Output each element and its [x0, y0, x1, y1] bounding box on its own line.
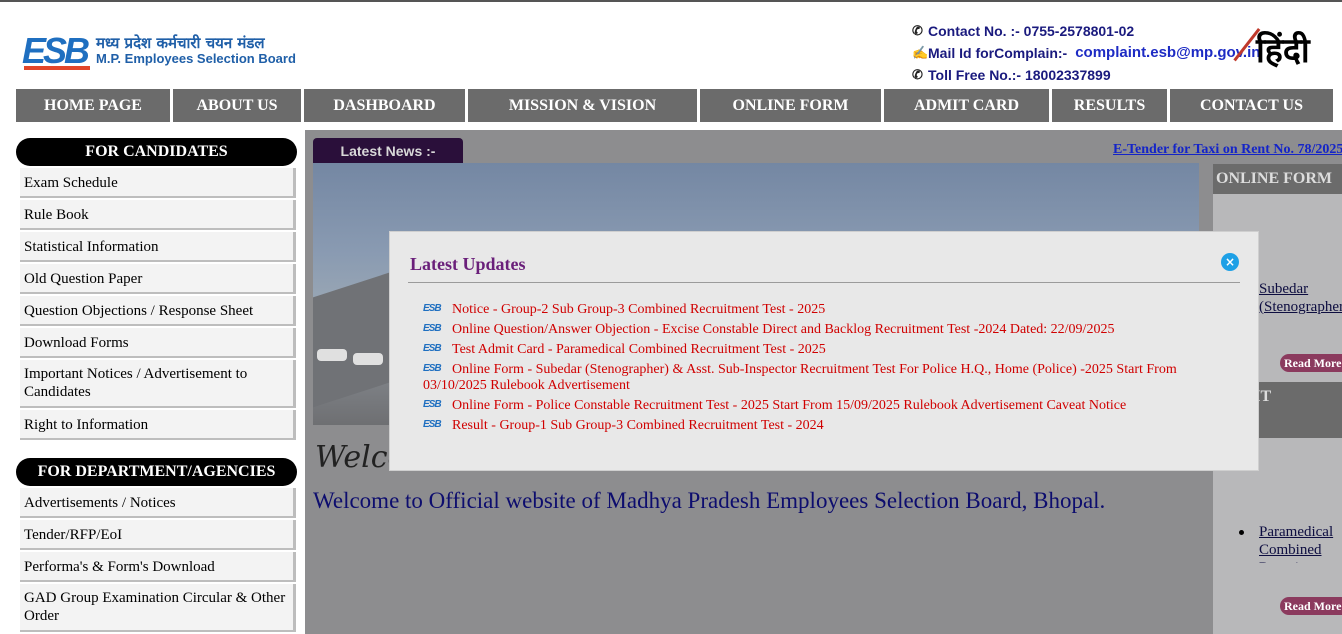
update-link[interactable]: Result - Group-1 Sub Group-3 Combined Re… — [452, 418, 824, 433]
modal-title: Latest Updates — [410, 254, 526, 274]
logo-english-name: M.P. Employees Selection Board — [96, 51, 296, 66]
esb-bullet-icon: ESB — [423, 302, 443, 314]
esb-bullet-text: ESB — [423, 322, 442, 334]
esb-bullet-icon: ESB — [423, 362, 443, 374]
writing-hand-icon: ✍ — [912, 45, 929, 60]
admit-card-panel-item[interactable]: Paramedical Combined Recruitment — [1259, 523, 1342, 563]
read-more-button[interactable]: Read More — [1280, 597, 1342, 615]
sidebar-item-department[interactable]: Advertisements / Notices — [20, 488, 296, 518]
nav-item-results[interactable]: RESULTS — [1052, 89, 1170, 122]
update-item: ESB Notice - Group-2 Sub Group-3 Combined… — [423, 302, 1223, 318]
esb-bullet-icon: ESB — [423, 342, 443, 354]
esb-bullet-icon: ESB — [423, 418, 443, 430]
sidebar-item-candidates[interactable]: Exam Schedule — [20, 168, 296, 198]
update-link[interactable]: Notice - Group-2 Sub Group-3 Combined Re… — [452, 302, 825, 317]
sidebar-item-candidates[interactable]: Download Forms — [20, 328, 296, 358]
contact-mail: ✍ Mail Id forComplain:- complaint.esb@mp… — [912, 42, 1260, 64]
logo-hindi-name: मध्य प्रदेश कर्मचारी चयन मंडल — [96, 34, 265, 52]
esb-logo[interactable]: ESB मध्य प्रदेश कर्मचारी चयन मंडल M.P. E… — [22, 30, 296, 72]
logo-letters: ESB — [22, 30, 90, 71]
nav-item-admit-card[interactable]: ADMIT CARD — [884, 89, 1052, 122]
close-icon[interactable]: × — [1221, 253, 1239, 271]
esb-bullet-icon: ESB — [423, 398, 443, 410]
sidebar-item-candidates[interactable]: Right to Information — [20, 410, 296, 440]
sidebar-item-candidates[interactable]: Important Notices / Advertisement to Can… — [20, 360, 296, 408]
logo-stripe — [24, 66, 90, 70]
bullet-icon — [1239, 530, 1244, 535]
update-item: ESB Online Question/Answer Objection - Ex… — [423, 322, 1223, 338]
update-item: ESB Online Form - Police Constable Recrui… — [423, 398, 1223, 414]
update-link[interactable]: Test Admit Card - Paramedical Combined R… — [452, 342, 826, 357]
modal-divider — [408, 282, 1240, 283]
hindi-language-button[interactable]: हिंदी — [1233, 26, 1310, 72]
update-item: ESB Result - Group-1 Sub Group-3 Combined… — [423, 418, 1223, 434]
top-border — [0, 0, 1342, 2]
online-form-panel-title: ONLINE FORM — [1213, 164, 1342, 194]
sidebar-item-candidates[interactable]: Statistical Information — [20, 232, 296, 262]
esb-bullet-text: ESB — [423, 418, 442, 430]
update-link[interactable]: Online Form - Police Constable Recruitme… — [452, 398, 1126, 413]
esb-bullet-text: ESB — [423, 302, 442, 314]
toll-free-text: Toll Free No.:- 18002337899 — [928, 67, 1111, 83]
sidebar-item-candidates[interactable]: Old Question Paper — [20, 264, 296, 294]
latest-news-label: Latest News :- — [313, 138, 463, 163]
update-link[interactable]: Online Question/Answer Objection - Excis… — [452, 322, 1114, 337]
mail-label: Mail Id forComplain:- — [928, 45, 1068, 61]
esb-logo-mark: ESB — [22, 31, 94, 71]
nav-item-about-us[interactable]: ABOUT US — [173, 89, 304, 122]
news-ticker-link[interactable]: E-Tender for Taxi on Rent No. 78/2025 — [1113, 142, 1342, 158]
sidebar-item-department[interactable]: GAD Group Examination Circular & Other O… — [20, 584, 296, 632]
welcome-script: Welcome — [315, 440, 389, 475]
read-more-button[interactable]: Read More — [1280, 354, 1342, 372]
contact-phone-text: Contact No. :- 0755-2578801-02 — [928, 23, 1135, 39]
contact-tollfree: ✆ Toll Free No.:- 18002337899 — [912, 64, 1260, 86]
esb-bullet-text: ESB — [423, 342, 442, 354]
nav-item-online-form[interactable]: ONLINE FORM — [700, 89, 884, 122]
main-nav: HOME PAGE ABOUT US DASHBOARD MISSION & VISI… — [16, 89, 1336, 122]
welcome-text: Welcome to Official website of Madhya Pr… — [313, 488, 1106, 513]
esb-bullet-icon: ESB — [423, 322, 443, 334]
phone-icon: ✆ — [912, 67, 923, 82]
nav-item-mission-vision[interactable]: MISSION & VISION — [468, 89, 700, 122]
sidebar-item-candidates[interactable]: Rule Book — [20, 200, 296, 230]
update-item: ESB Online Form - Subedar (Stenographer) … — [423, 362, 1223, 394]
sidebar-item-department[interactable]: Tender/RFP/EoI — [20, 520, 296, 550]
car-image — [353, 353, 383, 365]
update-item: ESB Test Admit Card - Paramedical Combine… — [423, 342, 1223, 358]
contact-block: ✆ Contact No. :- 0755-2578801-02 ✍ Mail … — [912, 20, 1260, 86]
logo-text: मध्य प्रदेश कर्मचारी चयन मंडल M.P. Emplo… — [96, 35, 296, 67]
sidebar-item-department[interactable]: Performa's & Form's Download — [20, 552, 296, 582]
complaint-mail-link[interactable]: complaint.esb@mp.gov.in — [1075, 42, 1260, 64]
nav-item-dashboard[interactable]: DASHBOARD — [304, 89, 468, 122]
contact-phone: ✆ Contact No. :- 0755-2578801-02 — [912, 20, 1260, 42]
esb-bullet-text: ESB — [423, 362, 442, 374]
hindi-label: हिंदी — [1256, 31, 1310, 71]
latest-updates-modal: Latest Updates × ESB Notice - Group-2 Sub… — [389, 231, 1259, 471]
sidebar-item-candidates[interactable]: Question Objections / Response Sheet — [20, 296, 296, 326]
update-link[interactable]: Online Form - Subedar (Stenographer) & A… — [423, 362, 1177, 393]
nav-item-contact-us[interactable]: CONTACT US — [1170, 89, 1336, 122]
nav-item-home-page[interactable]: HOME PAGE — [16, 89, 173, 122]
phone-icon: ✆ — [912, 23, 923, 38]
for-department-heading: FOR DEPARTMENT/AGENCIES — [16, 458, 297, 486]
for-candidates-heading: FOR CANDIDATES — [16, 138, 297, 166]
online-form-panel-item[interactable]: Subedar (Stenographer) & Asst. Sub — [1259, 280, 1342, 316]
esb-bullet-text: ESB — [423, 398, 442, 410]
car-image — [317, 349, 347, 361]
